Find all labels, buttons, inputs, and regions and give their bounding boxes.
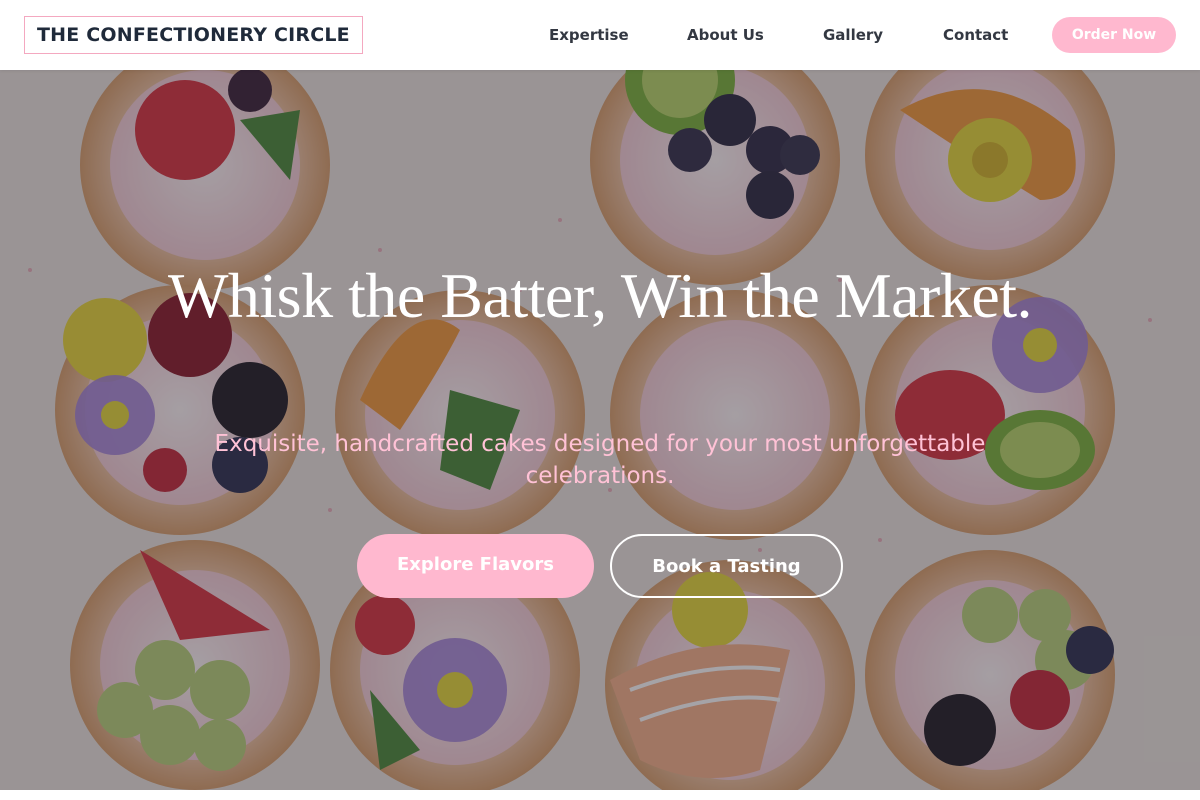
nav-link-contact[interactable]: Contact [943,26,1008,44]
nav-link-about-us[interactable]: About Us [687,26,764,44]
hero-subtitle: Exquisite, handcrafted cakes designed fo… [214,431,986,489]
site-logo[interactable]: THE CONFECTIONERY CIRCLE [24,16,363,54]
nav-link-expertise[interactable]: Expertise [549,26,629,44]
book-tasting-button[interactable]: Book a Tasting [610,534,843,598]
hero-section: Whisk the Batter, Win the Market. Exquis… [0,70,1200,790]
hero-title: Whisk the Batter, Win the Market. [167,260,1033,331]
nav-link-gallery[interactable]: Gallery [823,26,883,44]
explore-flavors-button[interactable]: Explore Flavors [357,534,594,598]
order-now-button[interactable]: Order Now [1052,17,1176,53]
site-header: THE CONFECTIONERY CIRCLE Expertise About… [0,0,1200,70]
page-bottom-edge [0,790,1200,800]
